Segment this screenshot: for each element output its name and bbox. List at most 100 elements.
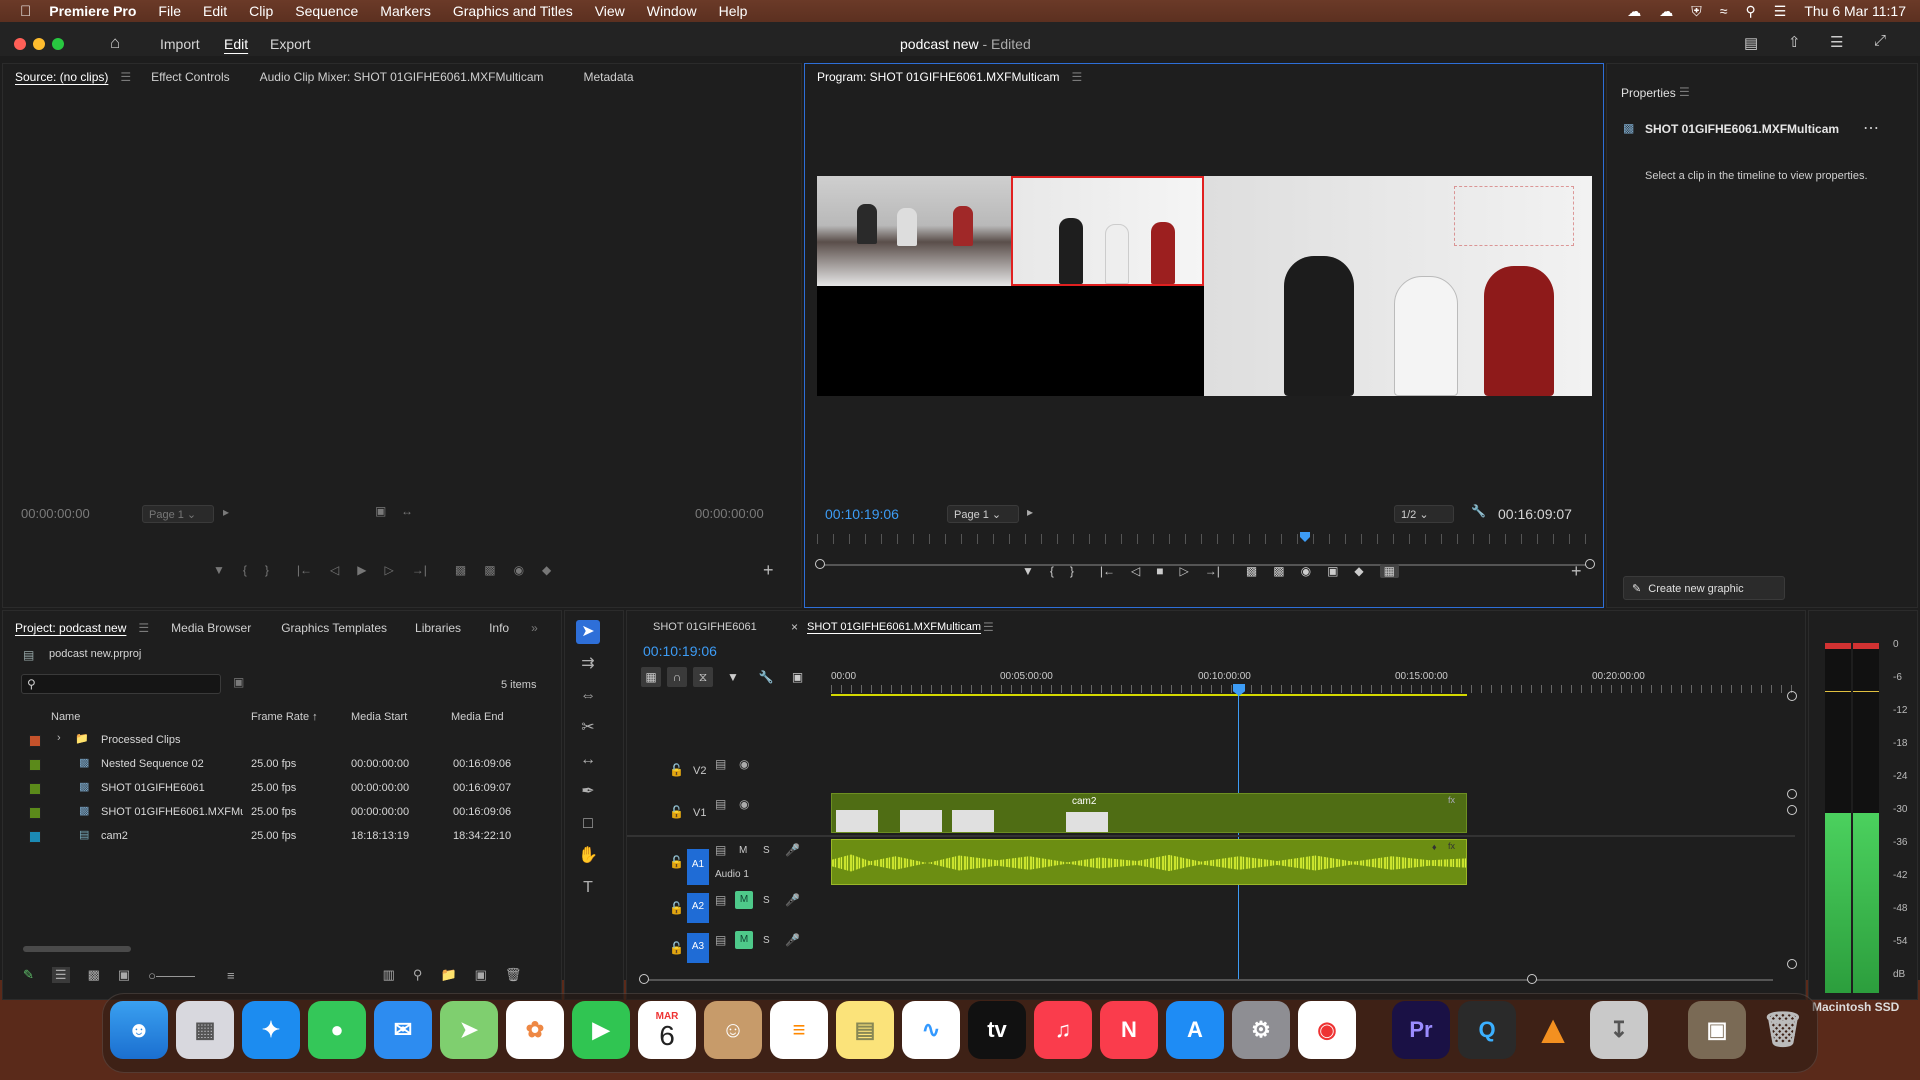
source-page-dropdown[interactable]: Page 1 ⌄ — [142, 505, 214, 523]
calendar-icon[interactable]: MAR 6 — [638, 1001, 696, 1059]
apple-icon[interactable]:  — [20, 3, 31, 20]
close-tab-icon[interactable]: × — [791, 620, 798, 634]
label-color-swatch[interactable] — [29, 783, 41, 795]
chrome-icon[interactable]: ◉ — [1298, 1001, 1356, 1059]
solo-a2-button[interactable]: S — [763, 895, 770, 906]
tab-project[interactable]: Project: podcast new — [15, 621, 126, 635]
audio-scroll-handle-top[interactable] — [1787, 805, 1797, 815]
hand-tool-icon[interactable]: ✋ — [576, 844, 600, 868]
timeline-horizontal-scrollbar[interactable] — [643, 979, 1773, 981]
mark-out-icon[interactable]: } — [265, 563, 269, 577]
column-name[interactable]: Name — [51, 711, 80, 723]
timeline-current-timecode[interactable]: 00:10:19:06 — [643, 643, 717, 659]
safari-icon[interactable]: ✦ — [242, 1001, 300, 1059]
scrollbar-handle-left[interactable] — [815, 559, 825, 569]
source-page-next-icon[interactable]: ▸ — [223, 505, 229, 519]
export-frame-icon[interactable]: ◉ — [514, 563, 524, 577]
menu-view[interactable]: View — [595, 3, 625, 19]
trash-icon[interactable]: 🗑 — [1754, 1001, 1812, 1059]
project-row[interactable]: ▩ SHOT 01GIFHE6061.MXFMul 25.00 fps 00:0… — [23, 801, 547, 825]
track-v1-label[interactable]: V1 — [693, 807, 706, 819]
zoom-slider[interactable]: ○――― — [148, 968, 195, 983]
find-icon[interactable]: ⚲ — [413, 967, 423, 983]
voiceover-a3-icon[interactable]: 🎤 — [785, 933, 800, 947]
program-current-timecode[interactable]: 00:10:19:06 — [825, 506, 899, 522]
lock-a1-icon[interactable]: 🔓 — [669, 855, 684, 869]
go-to-in-icon[interactable]: |← — [1100, 564, 1115, 578]
sync-lock-a2-icon[interactable]: ▤ — [715, 893, 726, 907]
installer-icon[interactable]: ↧ — [1590, 1001, 1648, 1059]
step-forward-icon[interactable]: ▷ — [385, 563, 394, 577]
step-back-icon[interactable]: ◁ — [1131, 564, 1140, 578]
proxy-icon[interactable]: ◆ — [1354, 564, 1363, 578]
menu-graphics-and-titles[interactable]: Graphics and Titles — [453, 3, 573, 19]
freeform-icon[interactable]: ∿ — [902, 1001, 960, 1059]
project-search-input[interactable]: ⚲ — [21, 674, 221, 694]
rectangle-tool-icon[interactable]: □ — [576, 812, 600, 836]
maps-icon[interactable]: ➤ — [440, 1001, 498, 1059]
zoom-window-button[interactable] — [52, 38, 64, 50]
pen-tool-icon[interactable]: ✒ — [576, 780, 600, 804]
ripple-edit-tool-icon[interactable]: ⇔ — [576, 684, 600, 708]
insert-sequence-nest-icon[interactable]: ▦ — [641, 667, 661, 687]
share-icon[interactable]: ⇧ — [1788, 33, 1801, 51]
mark-out-icon[interactable]: } — [1070, 564, 1074, 578]
timeline-settings-wrench-icon[interactable]: 🔧 — [759, 670, 774, 684]
photos-icon[interactable]: ✿ — [506, 1001, 564, 1059]
eye-v1-icon[interactable]: ◉ — [739, 797, 749, 811]
new-search-bin-icon[interactable]: ▣ — [233, 675, 244, 689]
tab-info[interactable]: Info — [489, 621, 509, 635]
mute-a1-button[interactable]: M — [739, 845, 747, 856]
icloud-icon[interactable]: ☁ — [1659, 3, 1673, 20]
finder-icon[interactable]: ☻ — [110, 1001, 168, 1059]
lock-v1-icon[interactable]: 🔓 — [669, 805, 684, 819]
panel-menu-icon[interactable]: ☰ — [120, 70, 131, 84]
program-panel-menu-icon[interactable]: ☰ — [1072, 70, 1083, 84]
expand-chevron-icon[interactable]: › — [57, 732, 61, 744]
timeline-menu-icon[interactable]: ☰ — [983, 620, 994, 634]
menu-window[interactable]: Window — [647, 3, 697, 19]
menu-app-name[interactable]: Premiere Pro — [49, 3, 136, 19]
program-page-dropdown[interactable]: Page 1 ⌄ — [947, 505, 1019, 523]
voiceover-a1-icon[interactable]: 🎤 — [785, 843, 800, 857]
quick-export-icon[interactable]: ▤ — [1744, 34, 1758, 52]
messages-icon[interactable]: ● — [308, 1001, 366, 1059]
source-add-button[interactable]: + — [763, 560, 774, 581]
type-tool-icon[interactable]: T — [576, 876, 600, 900]
mark-in-icon[interactable]: { — [243, 563, 247, 577]
extract-icon[interactable]: ▩ — [1273, 564, 1284, 578]
freeform-view-icon[interactable]: ▣ — [118, 967, 130, 983]
multicam-angle-1[interactable] — [817, 176, 1011, 286]
column-media-end[interactable]: Media End — [451, 711, 504, 723]
delete-icon[interactable]: 🗑 — [505, 967, 522, 983]
play-icon[interactable]: ▶ — [357, 563, 366, 577]
mute-a2-button[interactable]: M — [735, 891, 753, 909]
icon-view-icon[interactable]: ▩ — [88, 967, 100, 983]
source-timecode-out[interactable]: 00:00:00:00 — [695, 506, 764, 521]
go-to-out-icon[interactable]: →| — [1205, 564, 1220, 578]
resolution-dropdown[interactable]: 1/2 ⌄ — [1394, 505, 1454, 523]
multicam-view-icon[interactable]: ▦ — [1379, 564, 1399, 578]
track-a2-source-patch[interactable]: A2 — [687, 893, 709, 923]
fullscreen-icon[interactable]: ⤢ — [1874, 32, 1886, 49]
program-video-frame[interactable] — [817, 176, 1592, 396]
program-page-next-icon[interactable]: ▸ — [1027, 505, 1033, 519]
timeline-zoom-handle-left[interactable] — [639, 974, 649, 984]
solo-a1-button[interactable]: S — [763, 845, 770, 856]
track-select-tool-icon[interactable]: ⇉ — [576, 652, 600, 676]
menu-sequence[interactable]: Sequence — [295, 3, 358, 19]
column-frame-rate[interactable]: Frame Rate ↑ — [251, 711, 318, 723]
appstore-icon[interactable]: A — [1166, 1001, 1224, 1059]
menu-help[interactable]: Help — [719, 3, 748, 19]
tab-effect-controls[interactable]: Effect Controls — [151, 70, 229, 84]
properties-menu-icon[interactable]: ☰ — [1679, 85, 1690, 99]
timeline-ruler[interactable] — [831, 685, 1796, 693]
menu-clip[interactable]: Clip — [249, 3, 273, 19]
step-forward-icon[interactable]: ▷ — [1180, 564, 1189, 578]
scrollbar-handle-right[interactable] — [1585, 559, 1595, 569]
project-row[interactable]: ▤ cam2 25.00 fps 18:18:13:19 18:34:22:10 — [23, 825, 547, 849]
vpn-shield-icon[interactable]: ⛨ — [1691, 3, 1702, 20]
menu-file[interactable]: File — [158, 3, 181, 19]
notes-icon[interactable]: ▤ — [836, 1001, 894, 1059]
new-item-icon[interactable]: ▣ — [475, 967, 487, 983]
